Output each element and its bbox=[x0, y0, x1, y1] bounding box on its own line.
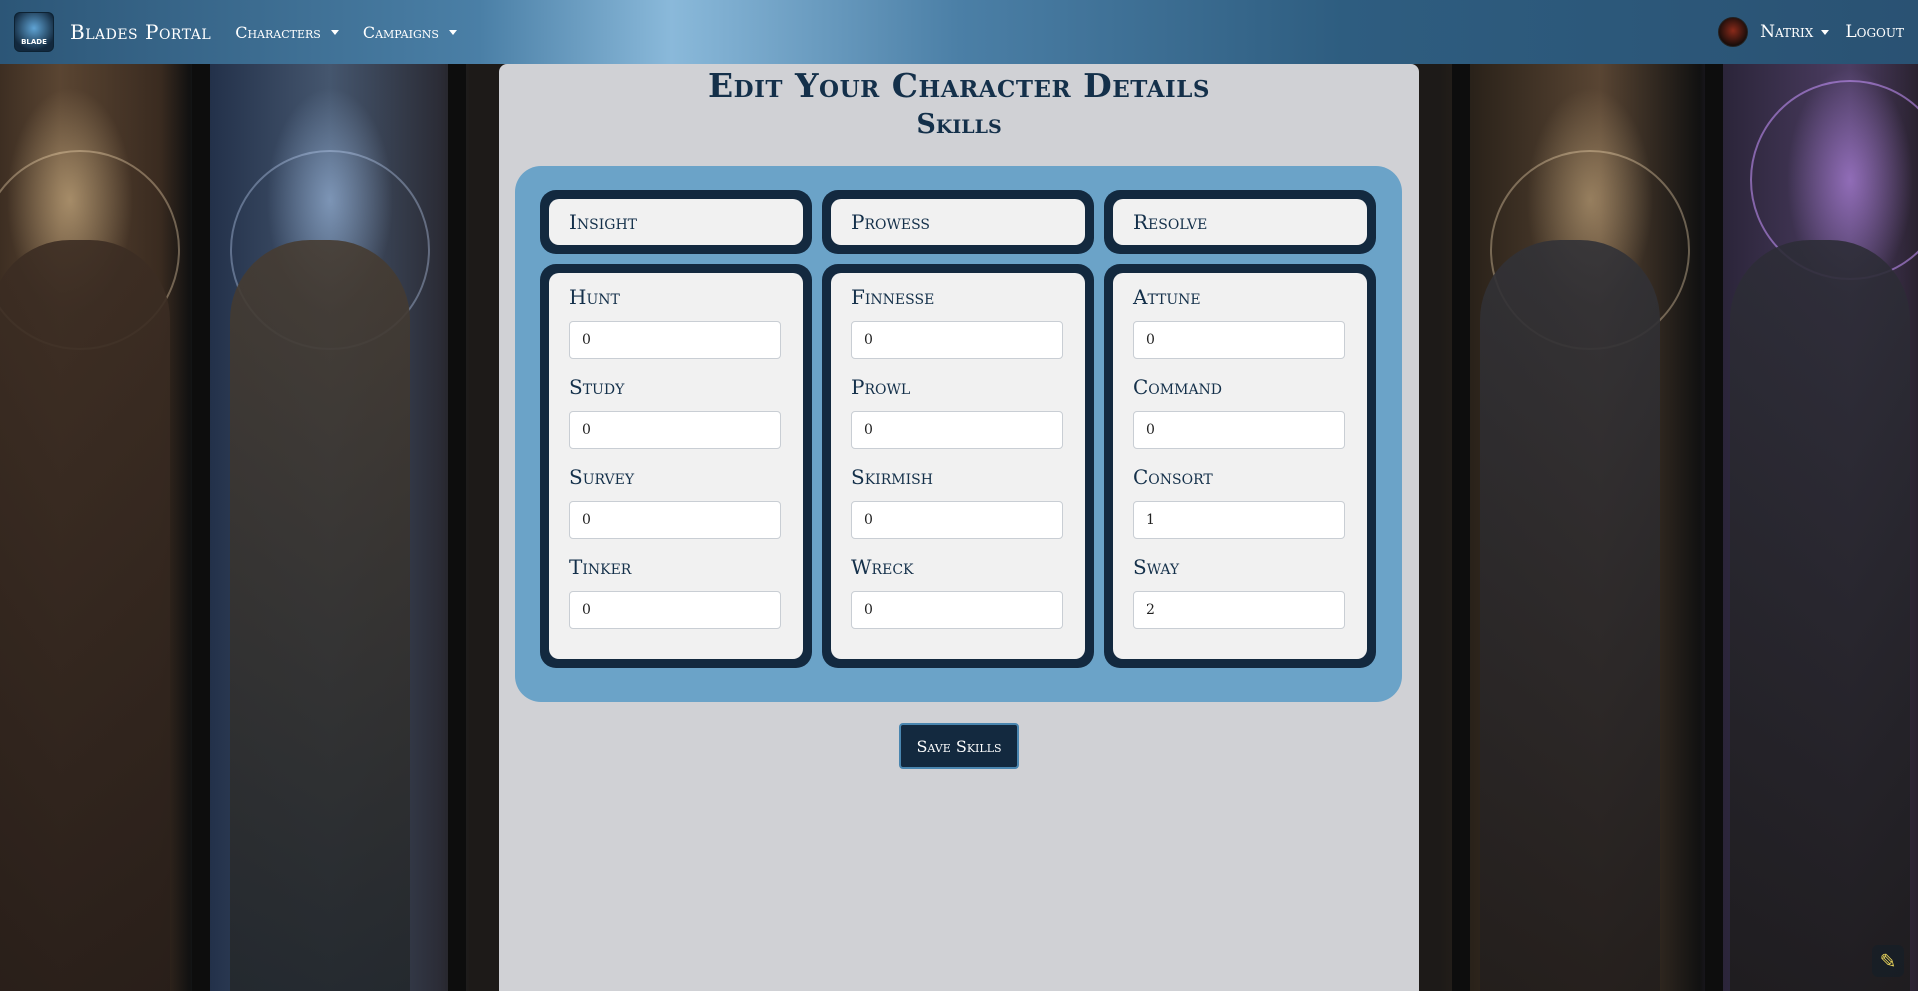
nav-campaigns-dropdown[interactable]: Campaigns bbox=[363, 23, 457, 42]
skill-label-survey: Survey bbox=[569, 465, 635, 489]
skill-label-command: Command bbox=[1133, 375, 1223, 399]
panel-divider bbox=[448, 64, 466, 991]
skill-label-tinker: Tinker bbox=[569, 555, 632, 579]
skill-group: Hunt Study Survey Tinker bbox=[540, 264, 812, 668]
panel-divider bbox=[1705, 64, 1723, 991]
nav-characters-dropdown[interactable]: Characters bbox=[235, 23, 339, 42]
skill-list: Finnesse Prowl Skirmish Wreck bbox=[831, 273, 1085, 659]
attribute-column-resolve: Resolve Attune Command Consort Sway bbox=[1104, 190, 1376, 668]
save-skills-button[interactable]: Save Skills bbox=[899, 723, 1019, 769]
skill-label-finnesse: Finnesse bbox=[851, 285, 935, 309]
character-art bbox=[230, 240, 410, 991]
chevron-down-icon bbox=[330, 29, 339, 35]
attribute-header: Resolve bbox=[1104, 190, 1376, 254]
attribute-name: Prowess bbox=[831, 199, 1085, 245]
logout-link[interactable]: Logout bbox=[1845, 22, 1904, 42]
brand-title[interactable]: Blades Portal bbox=[70, 20, 211, 44]
brand-logo-text: BLADE bbox=[21, 38, 47, 46]
panel-divider bbox=[192, 64, 210, 991]
skill-input-survey[interactable] bbox=[569, 501, 781, 539]
skill-group: Finnesse Prowl Skirmish Wreck bbox=[822, 264, 1094, 668]
page-title: Edit Your Character Details bbox=[708, 66, 1210, 105]
skill-input-hunt[interactable] bbox=[569, 321, 781, 359]
attribute-name: Resolve bbox=[1113, 199, 1367, 245]
skill-label-prowl: Prowl bbox=[851, 375, 911, 399]
character-art bbox=[1480, 240, 1660, 991]
character-art bbox=[1730, 240, 1910, 991]
skill-label-sway: Sway bbox=[1133, 555, 1180, 579]
attribute-column-prowess: Prowess Finnesse Prowl Skirmish Wreck bbox=[822, 190, 1094, 668]
skill-input-study[interactable] bbox=[569, 411, 781, 449]
chevron-down-icon bbox=[1821, 29, 1830, 35]
user-name: Natrix bbox=[1760, 22, 1814, 42]
skill-label-attune: Attune bbox=[1133, 285, 1201, 309]
attribute-header: Prowess bbox=[822, 190, 1094, 254]
skill-input-finnesse[interactable] bbox=[851, 321, 1063, 359]
skill-input-prowl[interactable] bbox=[851, 411, 1063, 449]
main-panel: Edit Your Character Details Skills Insig… bbox=[499, 64, 1419, 991]
skill-group: Attune Command Consort Sway bbox=[1104, 264, 1376, 668]
chevron-down-icon bbox=[448, 29, 457, 35]
nav-user-area: Natrix Logout bbox=[1718, 17, 1904, 47]
skill-list: Attune Command Consort Sway bbox=[1113, 273, 1367, 659]
skill-list: Hunt Study Survey Tinker bbox=[549, 273, 803, 659]
skill-label-hunt: Hunt bbox=[569, 285, 620, 309]
skill-input-consort[interactable] bbox=[1133, 501, 1345, 539]
pen-icon[interactable]: ✎ bbox=[1872, 945, 1904, 977]
skill-input-sway[interactable] bbox=[1133, 591, 1345, 629]
skill-label-wreck: Wreck bbox=[851, 555, 914, 579]
skill-input-wreck[interactable] bbox=[851, 591, 1063, 629]
avatar[interactable] bbox=[1718, 17, 1749, 47]
attribute-name: Insight bbox=[549, 199, 803, 245]
nav-characters-label: Characters bbox=[235, 22, 321, 42]
brand-logo[interactable]: BLADE bbox=[14, 12, 54, 52]
top-navbar: BLADE Blades Portal Characters Campaigns… bbox=[0, 0, 1918, 64]
nav-campaigns-label: Campaigns bbox=[362, 22, 439, 42]
skill-label-study: Study bbox=[569, 375, 625, 399]
attribute-header: Insight bbox=[540, 190, 812, 254]
section-title: Skills bbox=[916, 109, 1002, 140]
skill-label-consort: Consort bbox=[1133, 465, 1213, 489]
panel-divider bbox=[1452, 64, 1470, 991]
skill-input-tinker[interactable] bbox=[569, 591, 781, 629]
skill-label-skirmish: Skirmish bbox=[851, 465, 933, 489]
character-art bbox=[0, 240, 170, 991]
skill-input-command[interactable] bbox=[1133, 411, 1345, 449]
skills-form: Insight Hunt Study Survey Tinker Prowess bbox=[515, 166, 1402, 702]
user-menu-dropdown[interactable]: Natrix bbox=[1760, 22, 1830, 42]
skill-input-attune[interactable] bbox=[1133, 321, 1345, 359]
skill-input-skirmish[interactable] bbox=[851, 501, 1063, 539]
attribute-column-insight: Insight Hunt Study Survey Tinker bbox=[540, 190, 812, 668]
